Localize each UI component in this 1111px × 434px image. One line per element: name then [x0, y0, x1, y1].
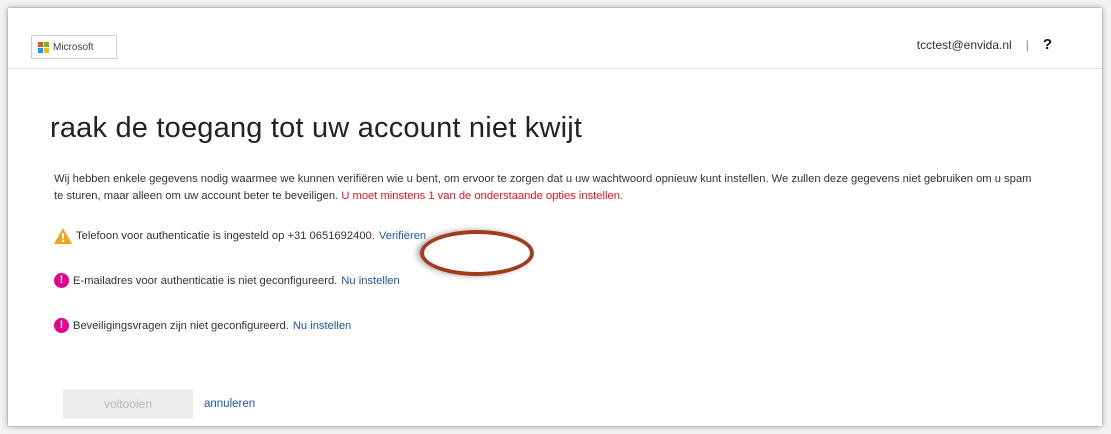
cancel-link[interactable]: annuleren [204, 398, 255, 410]
finish-button[interactable]: voltooien [63, 389, 193, 419]
intro-paragraph: Wij hebben enkele gegevens nodig waarmee… [54, 171, 1034, 205]
microsoft-logo-icon [38, 41, 49, 53]
option-row-email: ! E-mailadres voor authenticatie is niet… [54, 273, 400, 288]
help-button[interactable]: ? [1043, 36, 1052, 53]
user-email[interactable]: tcctest@envida.nl [917, 38, 1012, 52]
page-title: raak de toegang tot uw account niet kwij… [50, 112, 583, 144]
error-icon: ! [54, 273, 69, 288]
user-area: tcctest@envida.nl | ? [917, 36, 1052, 53]
highlight-ring [420, 230, 534, 276]
separator: | [1025, 37, 1029, 52]
setup-email-link[interactable]: Nu instellen [341, 275, 399, 287]
intro-required-text: U moet minstens 1 van de onderstaande op… [341, 190, 624, 202]
header-bar: Microsoft tcctest@envida.nl | ? [8, 8, 1102, 69]
main-page: Microsoft tcctest@envida.nl | ? raak de … [8, 8, 1102, 426]
option-row-security-questions: ! Beveiligingsvragen zijn niet geconfigu… [54, 318, 351, 333]
option-row-phone: Telefoon voor authenticatie is ingesteld… [54, 228, 426, 244]
setup-security-questions-link[interactable]: Nu instellen [293, 320, 351, 332]
error-icon: ! [54, 318, 69, 333]
option-text-security-questions: Beveiligingsvragen zijn niet geconfigure… [73, 319, 289, 332]
warning-icon [54, 228, 72, 244]
verify-link[interactable]: Verifiëren [379, 230, 426, 242]
logo-text: Microsoft [53, 41, 94, 53]
option-text-phone: Telefoon voor authenticatie is ingesteld… [76, 230, 375, 242]
option-text-email: E-mailadres voor authenticatie is niet g… [73, 274, 338, 287]
microsoft-logo[interactable]: Microsoft [31, 35, 117, 59]
